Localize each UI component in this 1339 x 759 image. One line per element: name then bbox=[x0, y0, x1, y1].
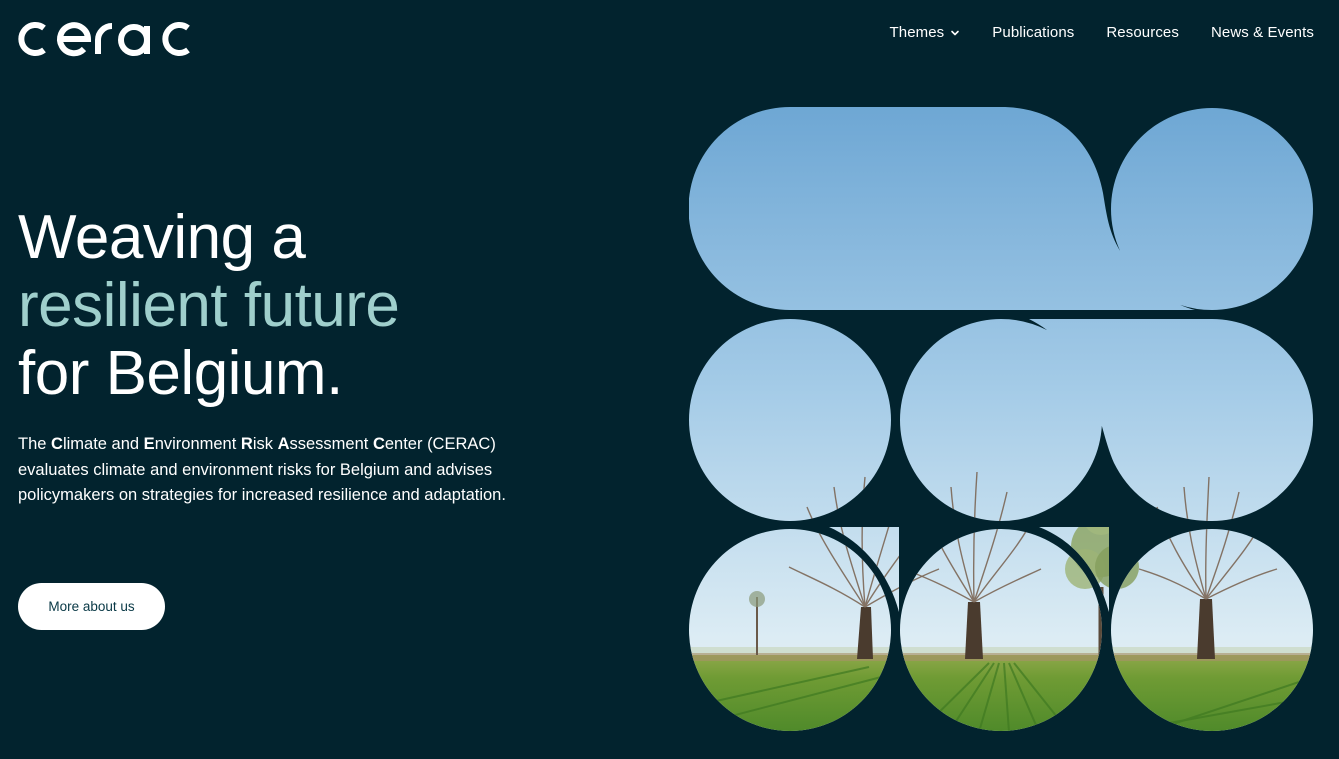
nav-label-themes: Themes bbox=[889, 24, 945, 41]
desc-seg: R bbox=[240, 435, 253, 453]
cerac-logo[interactable] bbox=[18, 14, 190, 58]
nav-label-resources: Resources bbox=[1106, 24, 1179, 41]
desc-seg: A bbox=[277, 435, 290, 453]
desc-seg: nvironment bbox=[154, 435, 241, 453]
hero-title-line-1: Weaving a bbox=[18, 203, 306, 272]
more-about-us-button[interactable]: More about us bbox=[18, 583, 165, 630]
desc-seg: E bbox=[143, 435, 155, 453]
nav-label-news-events: News & Events bbox=[1210, 24, 1314, 41]
nav-item-news-events[interactable]: News & Events bbox=[1211, 24, 1314, 41]
hero-landscape-image bbox=[689, 107, 1313, 731]
desc-seg: ssessment bbox=[289, 435, 373, 453]
desc-seg: C bbox=[51, 435, 63, 453]
desc-seg: limate and bbox=[62, 435, 144, 453]
hero-description: The Climate and Environment Risk Assessm… bbox=[18, 432, 533, 509]
hero-title-line-3: for Belgium. bbox=[18, 339, 343, 408]
hero-title: Weaving a resilient future for Belgium. bbox=[18, 203, 400, 408]
main-nav: Themes Publications Resources News & Eve… bbox=[889, 24, 1314, 41]
desc-seg: isk bbox=[252, 435, 278, 453]
desc-seg: C bbox=[372, 435, 385, 453]
chevron-down-icon bbox=[951, 30, 960, 35]
nav-label-publications: Publications bbox=[992, 24, 1075, 41]
hero-title-line-2: resilient future bbox=[18, 271, 400, 340]
nav-item-publications[interactable]: Publications bbox=[992, 24, 1074, 41]
desc-seg: The bbox=[18, 435, 52, 453]
nav-item-resources[interactable]: Resources bbox=[1106, 24, 1179, 41]
nav-item-themes[interactable]: Themes bbox=[889, 24, 960, 41]
